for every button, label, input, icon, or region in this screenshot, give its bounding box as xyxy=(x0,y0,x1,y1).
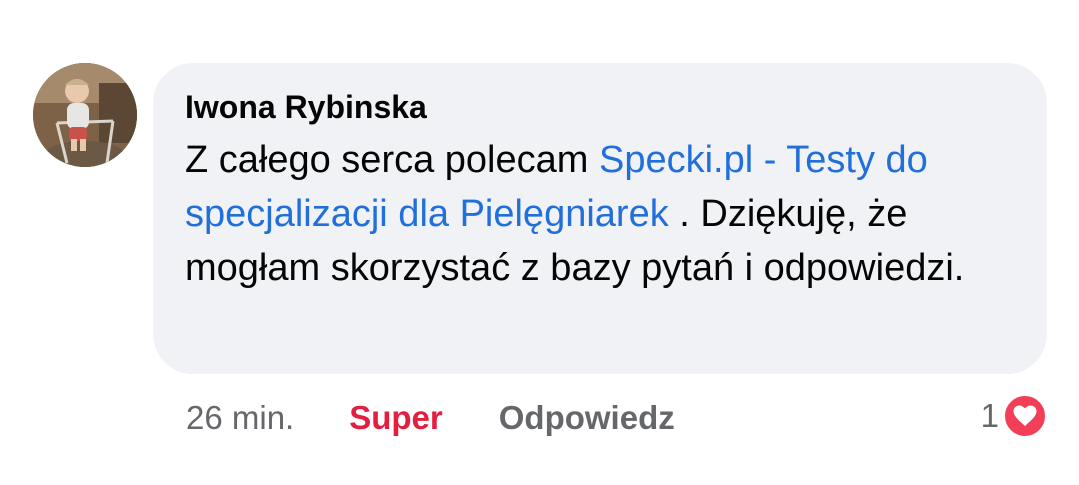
heart-icon xyxy=(1003,394,1047,438)
reply-button[interactable]: Odpowiedz xyxy=(499,399,675,437)
reaction-count: 1 xyxy=(980,397,999,434)
reaction-summary[interactable]: 1 xyxy=(981,394,1047,438)
comment-timestamp[interactable]: 26 min. xyxy=(186,399,294,437)
comment-actions: 26 min. Super Odpowiedz xyxy=(186,396,675,440)
avatar[interactable] xyxy=(33,63,137,167)
comment-text-start: Z całego serca polecam xyxy=(185,139,599,181)
comment-bubble: Iwona Rybinska Z całego serca polecam Sp… xyxy=(153,63,1047,374)
reaction-super-button[interactable]: Super xyxy=(349,399,443,437)
comment-author[interactable]: Iwona Rybinska xyxy=(185,87,1017,127)
comment-text: Z całego serca polecam Specki.pl - Testy… xyxy=(185,133,1025,295)
